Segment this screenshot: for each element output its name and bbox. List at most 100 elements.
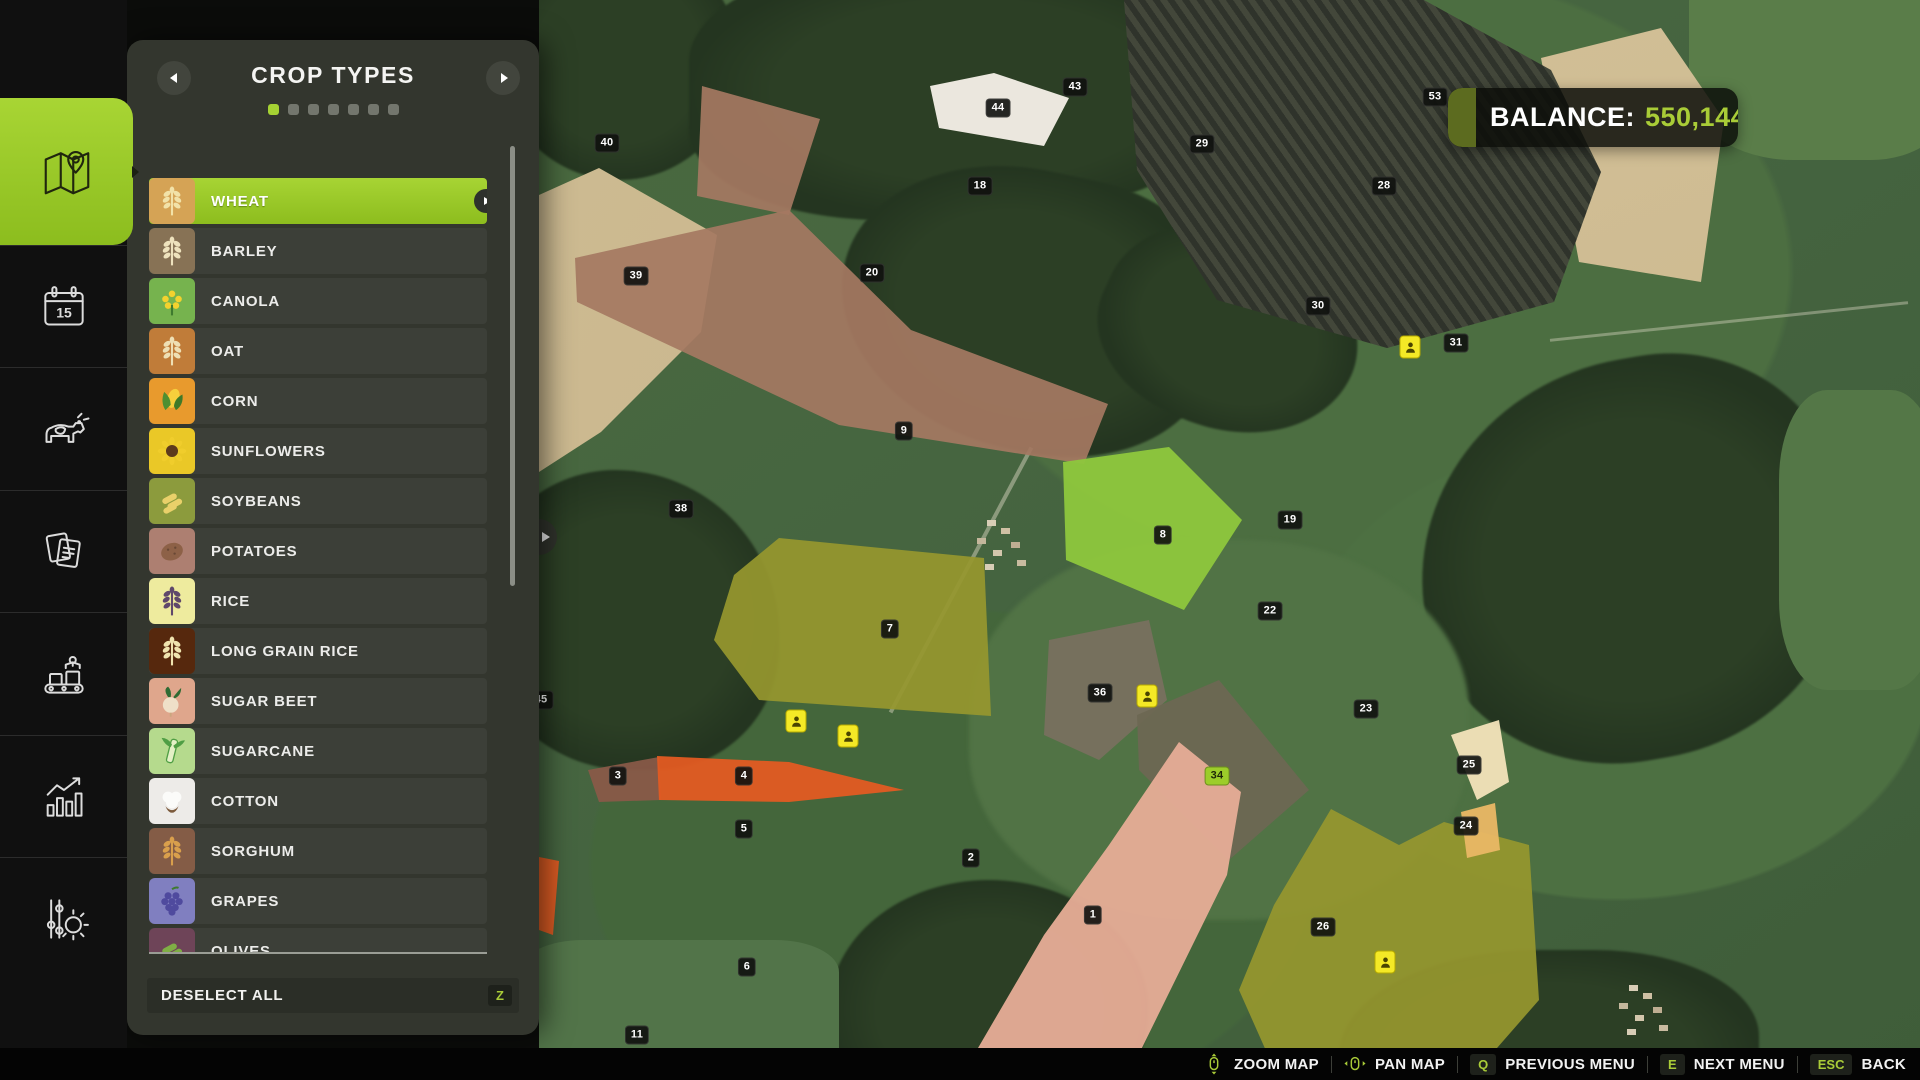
page-next-button[interactable] <box>486 61 520 95</box>
hotkey-hint-zoom-map[interactable]: ZOOM MAP <box>1203 1053 1319 1075</box>
sidebar-item-production[interactable] <box>0 612 127 735</box>
deselect-all-button[interactable]: DESELECT ALL Z <box>147 978 519 1013</box>
corn-icon <box>149 378 195 424</box>
crop-row-olives[interactable]: OLIVES <box>149 928 487 954</box>
chevron-right-icon <box>501 73 508 83</box>
field-number-badge: 25 <box>1457 756 1482 775</box>
crop-label: SUGAR BEET <box>211 693 317 710</box>
crop-label: LONG GRAIN RICE <box>211 643 359 660</box>
hotkey-label: ZOOM MAP <box>1234 1056 1319 1073</box>
crop-label: RICE <box>211 593 250 610</box>
barley-icon <box>149 228 195 274</box>
bottom-hotkey-bar: ZOOM MAP PAN MAP QPREVIOUS MENU ENEXT MENU E… <box>0 1048 1920 1080</box>
satellite-map[interactable]: 4044431829283031203993881922237363425242… <box>539 0 1920 1080</box>
sorghum-icon <box>149 828 195 874</box>
field-number-badge: 18 <box>968 177 993 196</box>
hotkey-label: BACK <box>1861 1056 1906 1073</box>
crop-row-long-grain-rice[interactable]: LONG GRAIN RICE <box>149 628 487 674</box>
mouse-pan-icon <box>1344 1053 1366 1075</box>
hotkey-hint-previous-menu[interactable]: QPREVIOUS MENU <box>1470 1054 1635 1075</box>
hotkey-hint-back[interactable]: ESCBACK <box>1810 1054 1906 1075</box>
crop-row-soybeans[interactable]: SOYBEANS <box>149 478 487 524</box>
crop-row-canola[interactable]: CANOLA <box>149 278 487 324</box>
field-number-badge: 3 <box>609 767 627 786</box>
field-number-badge: 1 <box>1084 906 1102 925</box>
page-dot-6[interactable] <box>388 104 399 115</box>
sidebar-item-calendar[interactable]: 15 <box>0 245 127 367</box>
page-dot-1[interactable] <box>288 104 299 115</box>
page-dot-4[interactable] <box>348 104 359 115</box>
crop-label: COTTON <box>211 793 279 810</box>
panel-header: CROP TYPES <box>127 40 539 140</box>
sidebar-item-settings[interactable] <box>0 857 127 980</box>
crop-row-grapes[interactable]: GRAPES <box>149 878 487 924</box>
crop-row-barley[interactable]: BARLEY <box>149 228 487 274</box>
crop-types-panel: CROP TYPES WHEAT BARLEY CANOLA OAT CORN SUNFL… <box>127 40 539 1035</box>
map-person-marker-icon <box>1375 951 1396 974</box>
page-dot-0[interactable] <box>268 104 279 115</box>
cow-icon <box>36 401 92 457</box>
sidebar-item-statistics[interactable] <box>0 735 127 857</box>
crop-row-sugar-beet[interactable]: SUGAR BEET <box>149 678 487 724</box>
crop-row-potatoes[interactable]: POTATOES <box>149 528 487 574</box>
wheat-icon <box>149 178 195 224</box>
crop-row-sugarcane[interactable]: SUGARCANE <box>149 728 487 774</box>
crop-label: BARLEY <box>211 243 277 260</box>
rice-icon <box>149 578 195 624</box>
page-dot-3[interactable] <box>328 104 339 115</box>
field-number-badge: 26 <box>1311 918 1336 937</box>
crop-label: CORN <box>211 393 258 410</box>
sunflowers-icon <box>149 428 195 474</box>
field-number-badge: 2 <box>962 849 980 868</box>
sugar-beet-icon <box>149 678 195 724</box>
crop-list-scrollbar[interactable] <box>510 146 515 586</box>
crop-row-corn[interactable]: CORN <box>149 378 487 424</box>
hotkey-label: PREVIOUS MENU <box>1505 1056 1635 1073</box>
olives-icon <box>149 928 195 954</box>
field-number-badge: 38 <box>669 500 694 519</box>
field-number-badge: 44 <box>986 99 1011 118</box>
separator <box>1797 1056 1798 1073</box>
field-patch <box>1779 390 1920 690</box>
page-indicator-dots <box>127 104 539 115</box>
crop-label: WHEAT <box>211 193 269 210</box>
field-number-badge: 43 <box>1063 78 1088 97</box>
page-dot-5[interactable] <box>368 104 379 115</box>
map-icon <box>37 142 97 202</box>
crop-label: CANOLA <box>211 293 280 310</box>
oat-icon <box>149 328 195 374</box>
village-buildings <box>1629 985 1638 991</box>
crop-row-sorghum[interactable]: SORGHUM <box>149 828 487 874</box>
village-buildings <box>987 520 996 526</box>
crop-row-oat[interactable]: OAT <box>149 328 487 374</box>
field-number-badge: 53 <box>1423 88 1448 107</box>
balance-tab <box>1448 88 1476 147</box>
map-person-marker-icon <box>1400 336 1421 359</box>
deselect-all-label: DESELECT ALL <box>161 987 488 1004</box>
hotkey-hint-next-menu[interactable]: ENEXT MENU <box>1660 1054 1785 1075</box>
separator <box>1331 1056 1332 1073</box>
sidebar-item-contracts[interactable] <box>0 490 127 612</box>
contracts-icon <box>36 524 92 580</box>
field-number-badge: 45 <box>539 691 553 710</box>
crop-row-rice[interactable]: RICE <box>149 578 487 624</box>
field-number-badge: 24 <box>1454 817 1479 836</box>
cotton-icon <box>149 778 195 824</box>
sidebar-item-map[interactable] <box>0 98 133 245</box>
crop-row-wheat[interactable]: WHEAT <box>149 178 487 224</box>
crop-row-sunflowers[interactable]: SUNFLOWERS <box>149 428 487 474</box>
field-number-badge: 36 <box>1088 684 1113 703</box>
svg-text:15: 15 <box>56 304 72 320</box>
sugarcane-icon <box>149 728 195 774</box>
field-number-badge: 29 <box>1190 135 1215 154</box>
balance-label: BALANCE: <box>1490 102 1635 132</box>
hotkey-hint-pan-map[interactable]: PAN MAP <box>1344 1053 1445 1075</box>
map-person-marker-icon <box>838 725 859 748</box>
game-screen: 4044431829283031203993881922237363425242… <box>0 0 1920 1080</box>
crop-row-cotton[interactable]: COTTON <box>149 778 487 824</box>
crop-label: GRAPES <box>211 893 279 910</box>
sidebar-item-animals[interactable] <box>0 367 127 490</box>
page-dot-2[interactable] <box>308 104 319 115</box>
field-number-badge: 28 <box>1372 177 1397 196</box>
selected-row-arrow-icon <box>474 189 487 213</box>
